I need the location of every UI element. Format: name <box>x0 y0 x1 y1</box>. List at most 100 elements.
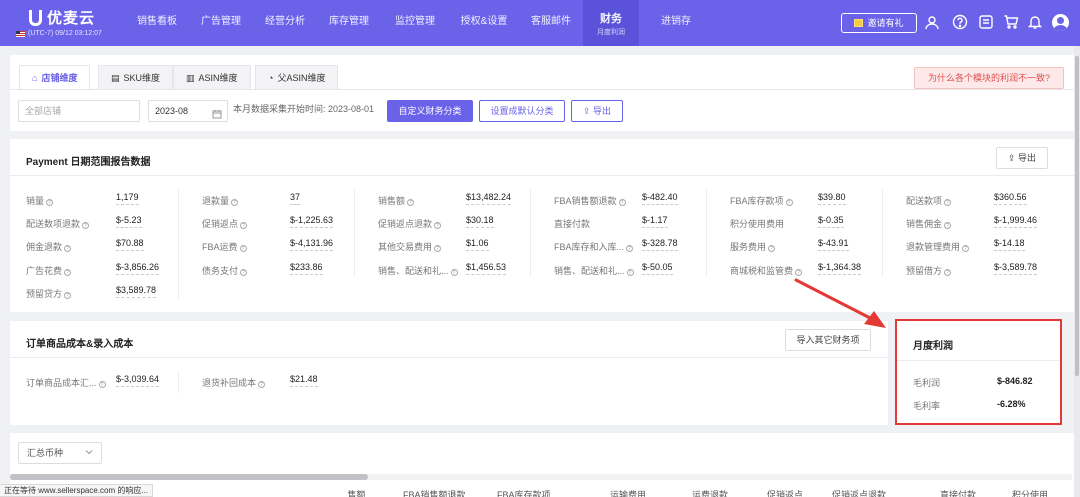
help-icon[interactable]: ? <box>768 245 776 252</box>
metric-value[interactable]: $-4,131.96 <box>290 238 334 251</box>
metric-value[interactable]: $30.18 <box>466 215 494 228</box>
metric-value[interactable]: $3,589.78 <box>116 285 157 298</box>
metric-value[interactable]: $21.48 <box>290 374 318 387</box>
help-icon[interactable]: ? <box>64 269 72 276</box>
table-header[interactable]: FBA库存款项 <box>497 488 551 497</box>
metric-value[interactable]: $-1,225.63 <box>290 215 334 228</box>
help-icon[interactable]: ? <box>626 269 634 276</box>
help-icon[interactable]: ? <box>962 245 970 252</box>
tab-asin-dimension[interactable]: ▥ ASIN维度 <box>173 65 251 89</box>
help-icon[interactable]: ? <box>64 292 72 299</box>
help-icon[interactable]: ? <box>434 222 442 229</box>
help-icon[interactable]: ? <box>407 199 415 206</box>
metric-label-text: 预留贷方 <box>26 289 63 299</box>
help-icon[interactable] <box>952 14 968 30</box>
metric-value[interactable]: $1.06 <box>466 238 489 251</box>
metric-value[interactable]: $-482.40 <box>642 192 678 205</box>
help-icon[interactable]: ? <box>240 222 248 229</box>
table-header[interactable]: 积分使用... <box>1012 488 1056 497</box>
help-icon[interactable]: ? <box>240 269 248 276</box>
nav-purchase-sales-stock[interactable]: 进销存 <box>648 0 704 46</box>
table-header[interactable]: 促销返点退款 <box>832 488 886 497</box>
metric-value[interactable]: $-5.23 <box>116 215 142 228</box>
payment-export-button[interactable]: ⇪ 导出 <box>996 147 1048 169</box>
metric-value[interactable]: $-50.05 <box>642 262 673 275</box>
metric-value[interactable]: $-3,589.78 <box>994 262 1038 275</box>
nav-monitoring[interactable]: 监控管理 <box>386 0 444 46</box>
help-icon[interactable]: ? <box>944 222 952 229</box>
cart-icon[interactable] <box>1003 14 1019 30</box>
help-icon[interactable]: ? <box>82 222 90 229</box>
bell-icon[interactable] <box>1027 14 1043 30</box>
table-header[interactable]: ...售额 <box>340 488 366 497</box>
help-icon[interactable]: ? <box>258 381 266 388</box>
table-header[interactable]: 促销返点 <box>767 488 803 497</box>
help-icon[interactable]: ? <box>618 199 626 206</box>
metric-value[interactable]: $1,456.53 <box>466 262 507 275</box>
metric-value[interactable]: $39.80 <box>818 192 846 205</box>
tab-shop-dimension[interactable]: ⌂ 店铺维度 <box>19 65 91 89</box>
metric-value[interactable]: $70.88 <box>116 238 144 251</box>
nav-auth-settings[interactable]: 授权&设置 <box>452 0 516 46</box>
help-icon[interactable]: ? <box>64 245 72 252</box>
set-default-category-button[interactable]: 设置成默认分类 <box>479 100 565 122</box>
nav-business-analysis[interactable]: 经营分析 <box>256 0 314 46</box>
tab-parent-asin-dimension[interactable]: ◔ 父ASIN维度 <box>255 65 339 89</box>
month-picker[interactable]: 2023-08 <box>148 100 228 122</box>
help-icon[interactable]: ? <box>239 245 247 252</box>
help-icon[interactable]: ? <box>450 269 458 276</box>
export-button[interactable]: ⇪ 导出 <box>571 100 623 122</box>
help-icon[interactable]: ? <box>231 199 239 206</box>
table-header[interactable]: FBA销售额退款 <box>403 488 466 497</box>
metric-label: 退款量? <box>202 194 239 207</box>
currency-select[interactable]: 汇总币种 <box>18 442 102 464</box>
nav-sales-board[interactable]: 销售看板 <box>128 0 186 46</box>
metric-value[interactable]: $-43.91 <box>818 238 849 251</box>
avatar[interactable] <box>1052 14 1069 31</box>
table-header[interactable]: 运输费用 <box>610 488 646 497</box>
metric-value[interactable]: $-1,364.38 <box>818 262 862 275</box>
metric-value[interactable]: $360.56 <box>994 192 1027 205</box>
help-icon[interactable]: ? <box>944 269 952 276</box>
help-icon[interactable]: ? <box>785 199 793 206</box>
metric-value[interactable]: 37 <box>290 192 301 205</box>
help-icon[interactable]: ? <box>434 245 442 252</box>
scrollbar-thumb[interactable] <box>1075 56 1079 376</box>
card-divider <box>897 360 1060 361</box>
metric-value[interactable]: $-1,999.46 <box>994 215 1038 228</box>
metric-value[interactable]: $233.86 <box>290 262 323 275</box>
metric-value[interactable]: 1,179 <box>116 192 139 205</box>
nav-ad-management[interactable]: 广告管理 <box>192 0 250 46</box>
collect-start-note: 本月数据采集开始时间: 2023-08-01 <box>233 104 375 114</box>
message-icon[interactable] <box>978 14 994 30</box>
metric-value[interactable]: $13,482.24 <box>466 192 512 205</box>
scrollbar-thumb[interactable] <box>10 474 368 480</box>
metric-value[interactable]: $-3,039.64 <box>116 374 160 387</box>
vertical-scrollbar[interactable] <box>1074 46 1080 497</box>
help-icon[interactable]: ? <box>626 245 634 252</box>
tab-sku-dimension[interactable]: ▤ SKU维度 <box>98 65 174 89</box>
metric-value[interactable]: $-14.18 <box>994 238 1025 251</box>
table-header[interactable]: 直接付款 <box>940 488 976 497</box>
metric-value[interactable]: $-3,856.26 <box>116 262 160 275</box>
shop-select[interactable]: 全部店铺 <box>18 100 140 122</box>
import-finance-items-button[interactable]: 导入其它财务项 <box>785 329 871 351</box>
nav-inventory[interactable]: 库存管理 <box>320 0 378 46</box>
brand-logo[interactable]: 优麦云 <box>29 7 95 28</box>
help-icon[interactable]: ? <box>98 381 106 388</box>
help-icon[interactable]: ? <box>46 199 54 206</box>
invite-button[interactable]: 邀请有礼 <box>841 13 917 33</box>
metric-value[interactable]: $-1.17 <box>642 215 668 228</box>
custom-finance-category-button[interactable]: 自定义财务分类 <box>387 100 473 122</box>
horizontal-scrollbar[interactable] <box>10 474 1072 480</box>
table-header[interactable]: 运费退款 <box>692 488 728 497</box>
help-icon[interactable]: ? <box>795 269 803 276</box>
help-icon[interactable]: ? <box>944 199 952 206</box>
nav-cs-email[interactable]: 客服邮件 <box>522 0 580 46</box>
metric-order-cost: 订单商品成本汇...? $-3,039.64 <box>26 374 176 390</box>
metric-value[interactable]: $-0.35 <box>818 215 844 228</box>
headset-icon[interactable] <box>924 14 940 30</box>
nav-finance[interactable]: 财务 月度利润 <box>583 0 639 46</box>
why-profit-differs-button[interactable]: 为什么各个模块的利润不一致? <box>914 67 1064 89</box>
metric-value[interactable]: $-328.78 <box>642 238 678 251</box>
